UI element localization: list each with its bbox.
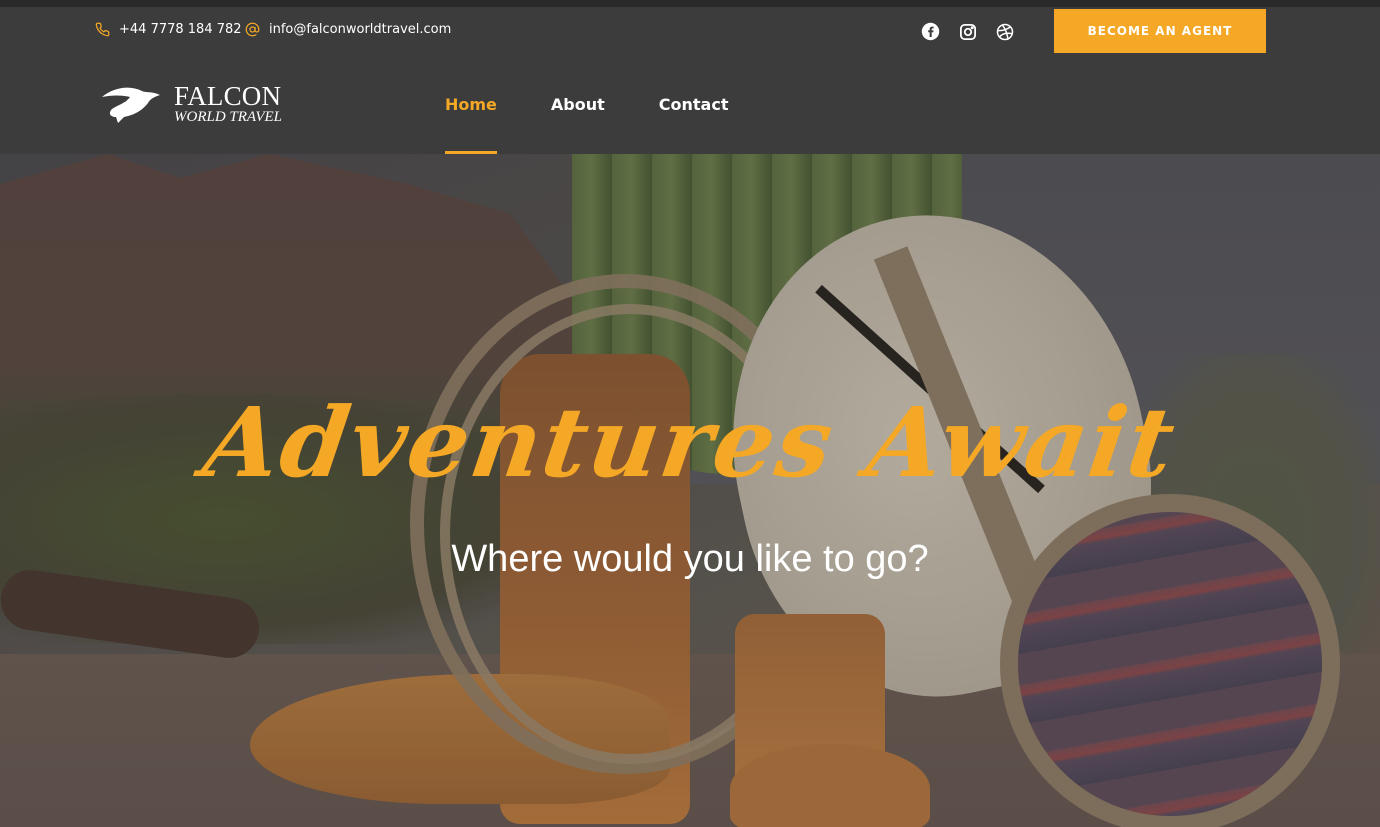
hero-title: Adventures Await <box>197 386 1183 499</box>
logo-name: FALCON <box>174 81 282 111</box>
at-icon <box>245 22 260 37</box>
instagram-icon[interactable] <box>958 22 977 41</box>
nav-contact[interactable]: Contact <box>659 90 729 154</box>
hero-subtitle: Where would you like to go? <box>451 538 929 580</box>
dribbble-icon[interactable] <box>995 22 1014 41</box>
main-nav: Home About Contact <box>445 90 782 154</box>
site-logo[interactable]: FALCON WORLD TRAVEL <box>100 83 282 125</box>
nav-about[interactable]: About <box>551 90 605 154</box>
email-contact[interactable]: info@falconworldtravel.com <box>245 22 451 37</box>
become-agent-button[interactable]: BECOME AN AGENT <box>1054 9 1266 53</box>
falcon-logo-icon <box>102 87 160 123</box>
phone-contact[interactable]: +44 7778 184 782 <box>95 22 242 37</box>
social-links <box>921 22 1014 41</box>
phone-icon <box>95 22 110 37</box>
hero-section: Adventures Await Where would you like to… <box>0 154 1380 827</box>
facebook-icon[interactable] <box>921 22 940 41</box>
logo-tagline: WORLD TRAVEL <box>174 109 283 125</box>
top-bar: +44 7778 184 782 info@falconworldtravel.… <box>0 7 1380 57</box>
nav-home[interactable]: Home <box>445 90 497 154</box>
site-header: +44 7778 184 782 info@falconworldtravel.… <box>0 0 1380 154</box>
email-address: info@falconworldtravel.com <box>269 22 452 37</box>
phone-number: +44 7778 184 782 <box>119 22 242 37</box>
